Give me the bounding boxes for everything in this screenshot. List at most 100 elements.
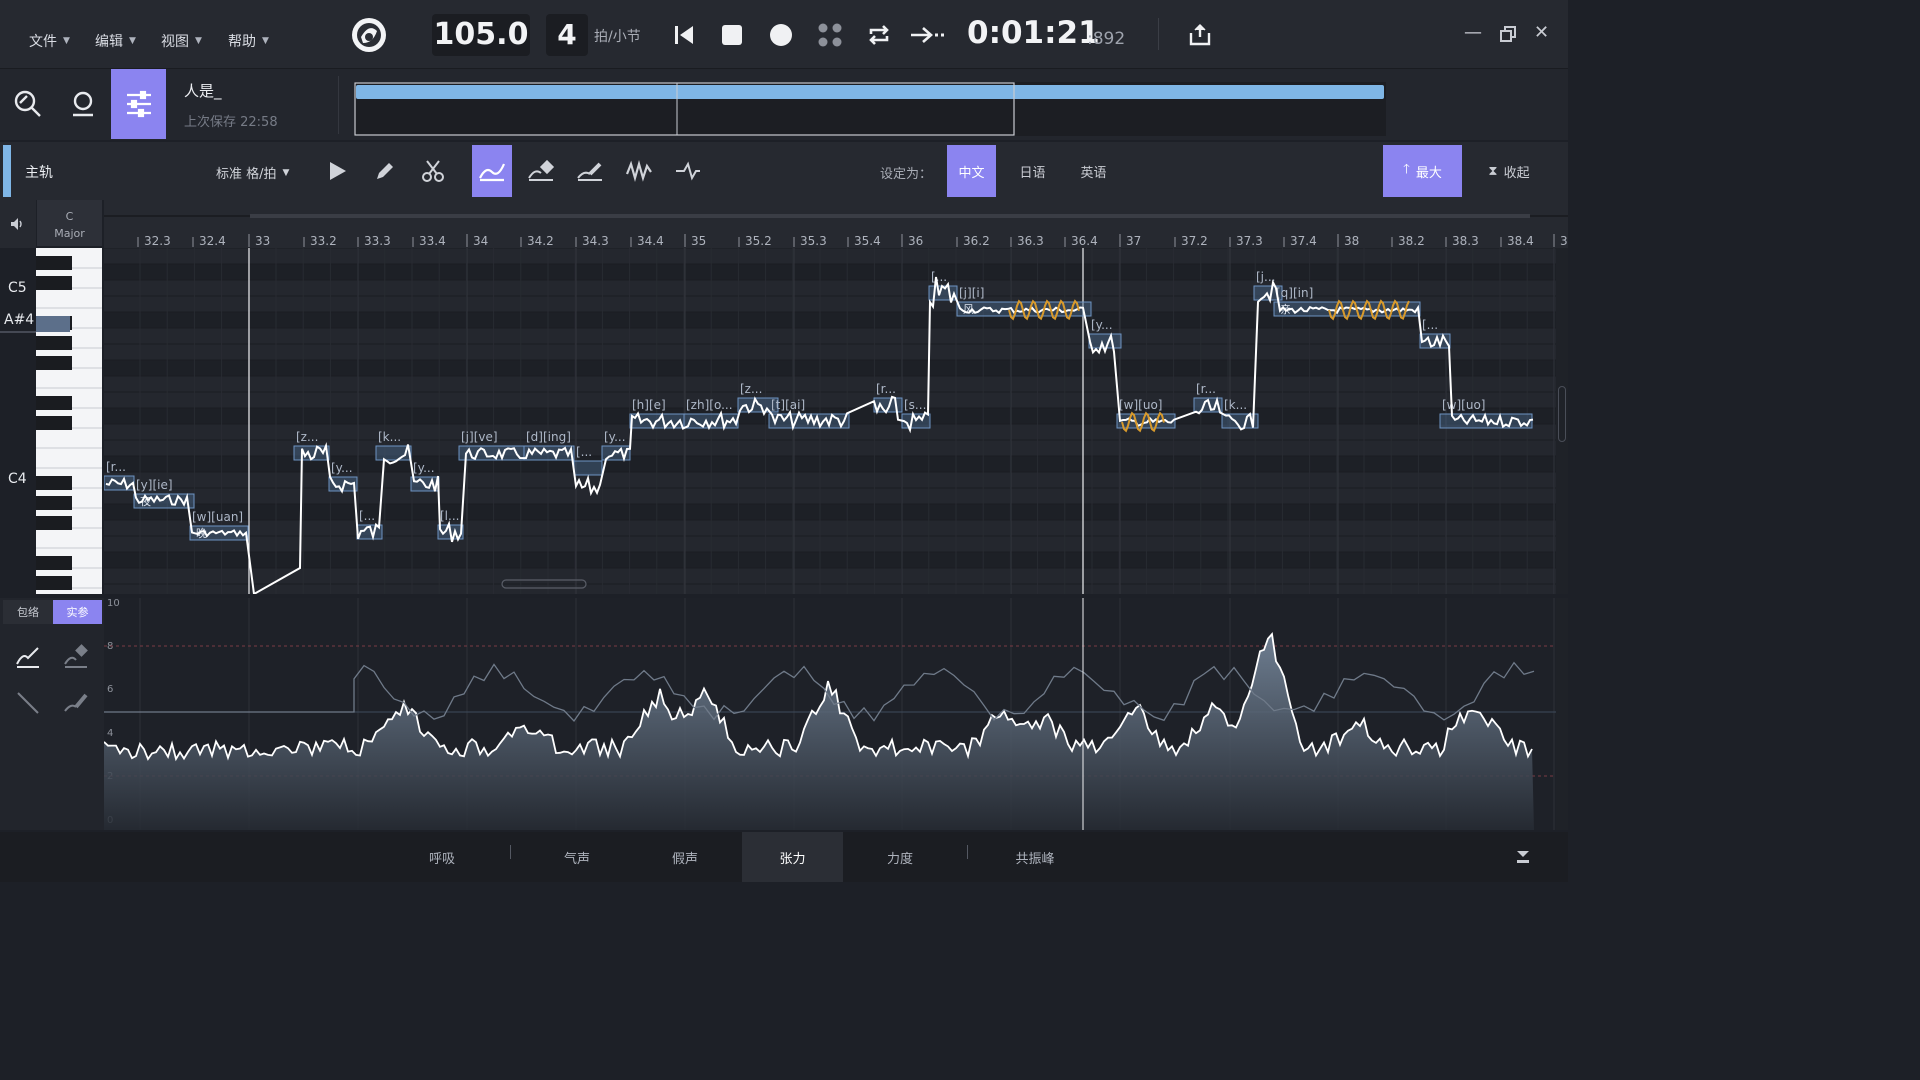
param-line-button[interactable] — [14, 689, 42, 721]
note-phoneme: [l... — [440, 509, 459, 523]
export-button[interactable] — [1184, 18, 1216, 52]
beats-field[interactable]: 4 — [546, 14, 588, 56]
timeline-ruler[interactable]: 32.3 32.4 33 33.2 33.3 33.4 34 34.2 34.3 34.4 35 35… — [104, 200, 1568, 248]
real-param-tab[interactable]: 实参 — [53, 600, 102, 624]
envelope-tab[interactable]: 包络 — [3, 600, 53, 624]
menu-file[interactable]: 文件 ▼ — [29, 31, 70, 51]
grid-dots-icon — [818, 23, 842, 47]
pitch-draw-tool[interactable] — [472, 145, 512, 197]
menu-help[interactable]: 帮助 ▼ — [228, 31, 269, 51]
maximize-button[interactable]: 🡑 最大 — [1383, 145, 1462, 197]
last-saved: 上次保存 22:58 — [184, 115, 278, 130]
metronome-icon[interactable] — [351, 17, 387, 53]
black-key — [36, 556, 72, 570]
menu-help-label: 帮助 — [228, 34, 256, 50]
divider — [967, 845, 968, 859]
ruler-label: 37.3 — [1236, 234, 1263, 248]
param-erase-button[interactable] — [62, 642, 90, 674]
lang-english-button[interactable]: 英语 — [1069, 145, 1118, 197]
menu-view[interactable]: 视图 ▼ — [161, 31, 202, 51]
loop-button[interactable] — [863, 18, 895, 52]
param-draw-button[interactable] — [14, 642, 42, 674]
pitch-smooth-icon — [577, 162, 602, 181]
mixer-button[interactable] — [111, 69, 166, 139]
overview-clip — [356, 85, 1384, 99]
speaker-icon — [11, 218, 22, 230]
piano-label: A#4 — [4, 312, 34, 328]
menu-edit[interactable]: 编辑 ▼ — [95, 31, 136, 51]
record-button[interactable] — [765, 18, 797, 52]
tab-falsetto[interactable]: 假声 — [635, 832, 735, 882]
select-tool[interactable] — [317, 145, 357, 197]
pitch-smooth-tool[interactable] — [570, 145, 610, 197]
note-phoneme: [... — [931, 270, 947, 284]
scissors-icon — [422, 160, 444, 182]
tab-formant[interactable]: 共振峰 — [985, 832, 1085, 882]
tab-tension[interactable]: 张力 — [742, 832, 843, 882]
note-phoneme: [zh][o... — [686, 398, 733, 412]
minimize-button[interactable]: — — [1464, 22, 1482, 43]
note-phoneme: [t][ai] — [771, 398, 805, 412]
pattern-button[interactable] — [814, 18, 846, 52]
tab-energy[interactable]: 力度 — [850, 832, 950, 882]
param-smooth-button[interactable] — [62, 689, 90, 721]
note-phoneme: [... — [576, 445, 592, 459]
pitch-editor[interactable]: [r... [y][ie] 夜 [w][uan] 晚 [z... [y... [... [k..… — [104, 248, 1556, 594]
search-button[interactable] — [0, 69, 55, 139]
vibrato-tool[interactable] — [619, 145, 659, 197]
param-scroll-gutter — [1556, 598, 1568, 830]
param-scale-label: 10 — [107, 598, 120, 609]
pitch-erase-tool[interactable] — [521, 145, 561, 197]
vertical-scrollbar[interactable] — [1556, 248, 1568, 594]
transition-icon — [676, 161, 700, 181]
pen-curve-icon — [16, 647, 39, 668]
overview-timeline[interactable] — [354, 82, 1386, 136]
stop-button[interactable] — [716, 18, 748, 52]
note-phoneme: [z... — [740, 382, 762, 396]
tab-breath[interactable]: 呼吸 — [392, 832, 492, 882]
ruler-label: 35 — [691, 234, 706, 248]
quantize-dropdown[interactable]: 标准 格/拍 ▼ — [216, 163, 289, 182]
collapse-icon: ⧗ — [1488, 163, 1498, 179]
key-root: C — [65, 210, 74, 223]
mute-button[interactable] — [0, 200, 36, 248]
skip-back-button[interactable] — [668, 18, 700, 52]
param-curve-area[interactable]: 1086420 — [104, 598, 1556, 830]
collapse-button[interactable]: ⧗ 收起 — [1474, 145, 1544, 197]
time-milliseconds: :892 — [1087, 29, 1126, 49]
line-icon — [17, 692, 39, 714]
key-selector[interactable]: C Major — [37, 200, 102, 246]
close-button[interactable]: ✕ — [1534, 22, 1549, 43]
ruler-label: 36.3 — [1017, 234, 1044, 248]
piano-keyboard[interactable]: C5 A#4 C4 — [0, 248, 104, 594]
scrollbar-thumb[interactable] — [1558, 386, 1566, 442]
beats-unit-label: 拍/小节 — [594, 29, 641, 45]
scissors-tool[interactable] — [413, 145, 453, 197]
divider — [1158, 18, 1159, 50]
restore-icon — [1500, 26, 1516, 42]
black-key — [36, 516, 72, 530]
note-phoneme: [y... — [604, 430, 626, 444]
active-key — [36, 316, 70, 332]
set-as-label: 设定为： — [880, 167, 933, 182]
tempo-field[interactable]: 105.0 — [432, 14, 530, 56]
note-phoneme: [j][i] — [959, 286, 984, 300]
ruler-label: 36.2 — [963, 234, 990, 248]
note-phoneme: [... — [1422, 318, 1438, 332]
pencil-tool[interactable] — [365, 145, 405, 197]
note-phoneme: [w][uo] — [1442, 398, 1486, 412]
ruler-label: 38 — [1344, 234, 1359, 248]
restore-button[interactable] — [1499, 25, 1517, 47]
note-phoneme: [r... — [876, 382, 896, 396]
ruler-label: 37 — [1126, 234, 1141, 248]
ruler-label: 34.4 — [637, 234, 664, 248]
black-key — [36, 396, 72, 410]
transition-tool[interactable] — [668, 145, 708, 197]
collapse-panel-button[interactable] — [1512, 846, 1534, 872]
lang-chinese-button[interactable]: 中文 — [947, 145, 996, 197]
follow-playhead-button[interactable] — [908, 18, 948, 52]
tab-breathiness[interactable]: 气声 — [527, 832, 627, 882]
note-phoneme: [z... — [296, 430, 318, 444]
lang-japanese-button[interactable]: 日语 — [1008, 145, 1057, 197]
singer-button[interactable] — [55, 69, 110, 139]
